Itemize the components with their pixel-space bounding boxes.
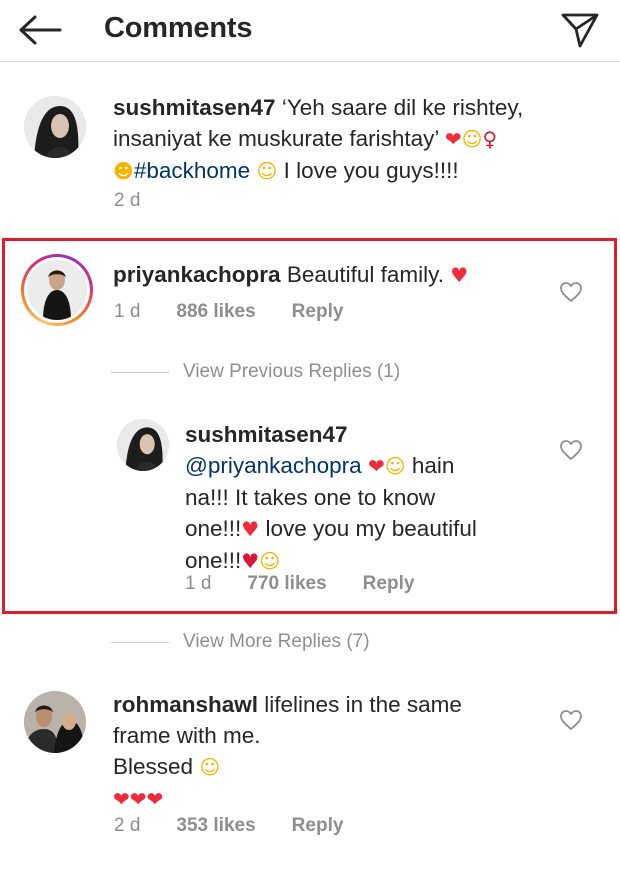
red-heart-icon: ❤ (444, 127, 462, 151)
comment-avatar-priyankachopra[interactable] (21, 254, 93, 326)
reply-time: 1 d (185, 573, 212, 594)
like-button[interactable] (556, 705, 586, 735)
red-heart-icon: ❤ (113, 787, 130, 811)
reply-username[interactable]: sushmitasen47 (185, 422, 348, 447)
reply-avatar-sushmitasen47[interactable] (117, 419, 169, 471)
caption-avatar[interactable] (24, 96, 86, 158)
like-button[interactable] (556, 435, 586, 465)
mention-link[interactable]: @priyankachopra (185, 453, 362, 478)
heart-eyes-icon: ♥ (450, 263, 469, 287)
comment-time: 2 d (114, 815, 141, 836)
red-heart-icon: ❤ (129, 787, 147, 811)
reply-button[interactable]: Reply (363, 573, 415, 595)
halo-face-icon: ☺ (199, 755, 221, 779)
page-title: Comments (104, 12, 253, 44)
red-heart-icon: ❤ (146, 787, 164, 811)
comment-username[interactable]: priyankachopra (113, 262, 281, 287)
dancer-icon: ♀ (482, 127, 498, 151)
kiss-mark-icon: ♥ (241, 549, 260, 573)
comment-username[interactable]: rohmanshawl (113, 692, 258, 717)
comment-text-priyankachopra: priyankachopra Beautiful family. ♥ (113, 262, 469, 287)
hashtag-link[interactable]: #backhome (134, 158, 250, 183)
like-button[interactable] (556, 277, 586, 307)
grinning-face-icon: ☻ (113, 159, 134, 183)
reply-meta-sushmitasen47: 1 d 770 likes Reply (185, 573, 414, 595)
comment-meta-rohmanshawl: 2 d 353 likes Reply (114, 815, 343, 837)
red-heart-icon: ❤ (367, 454, 385, 478)
caption-text: sushmitasen47 ‘Yeh saare dil ke rishtey,… (113, 95, 524, 183)
heart-eyes-icon: ♥ (241, 517, 260, 541)
caption-username[interactable]: sushmitasen47 (113, 95, 276, 120)
top-bar: Comments (0, 0, 620, 62)
caption-time: 2 d (114, 190, 141, 211)
hugging-face-icon: ☺ (461, 127, 483, 151)
reply-button[interactable]: Reply (292, 301, 344, 323)
smiling-face-icon: ☺ (259, 549, 281, 573)
comment-meta-priyankachopra: 1 d 886 likes Reply (114, 301, 343, 323)
heart-outline-icon (560, 710, 582, 730)
divider-line (111, 641, 169, 643)
comment-likes[interactable]: 886 likes (176, 301, 255, 323)
back-button[interactable] (16, 10, 64, 50)
reply-likes[interactable]: 770 likes (247, 573, 326, 595)
comment-avatar-rohmanshawl[interactable] (24, 691, 86, 753)
arrow-left-icon (19, 15, 62, 45)
reply-button[interactable]: Reply (292, 815, 344, 837)
comment-text-rohmanshawl: rohmanshawl lifelines in the same frame … (113, 692, 462, 811)
halo-face-icon: ☺ (256, 159, 278, 183)
view-more-replies[interactable]: View More Replies (7) (111, 631, 370, 653)
heart-outline-icon (560, 440, 582, 460)
comment-time: 1 d (114, 301, 141, 322)
divider-line (111, 371, 169, 373)
caption-meta: 2 d (114, 190, 140, 212)
halo-face-icon: ☺ (384, 454, 406, 478)
view-previous-replies[interactable]: View Previous Replies (1) (111, 361, 400, 383)
heart-outline-icon (560, 282, 582, 302)
share-button[interactable] (556, 8, 604, 52)
reply-text-sushmitasen47: sushmitasen47 @priyankachopra ❤☺ hain na… (185, 422, 477, 573)
comment-likes[interactable]: 353 likes (176, 815, 255, 837)
paper-plane-icon (561, 13, 599, 48)
